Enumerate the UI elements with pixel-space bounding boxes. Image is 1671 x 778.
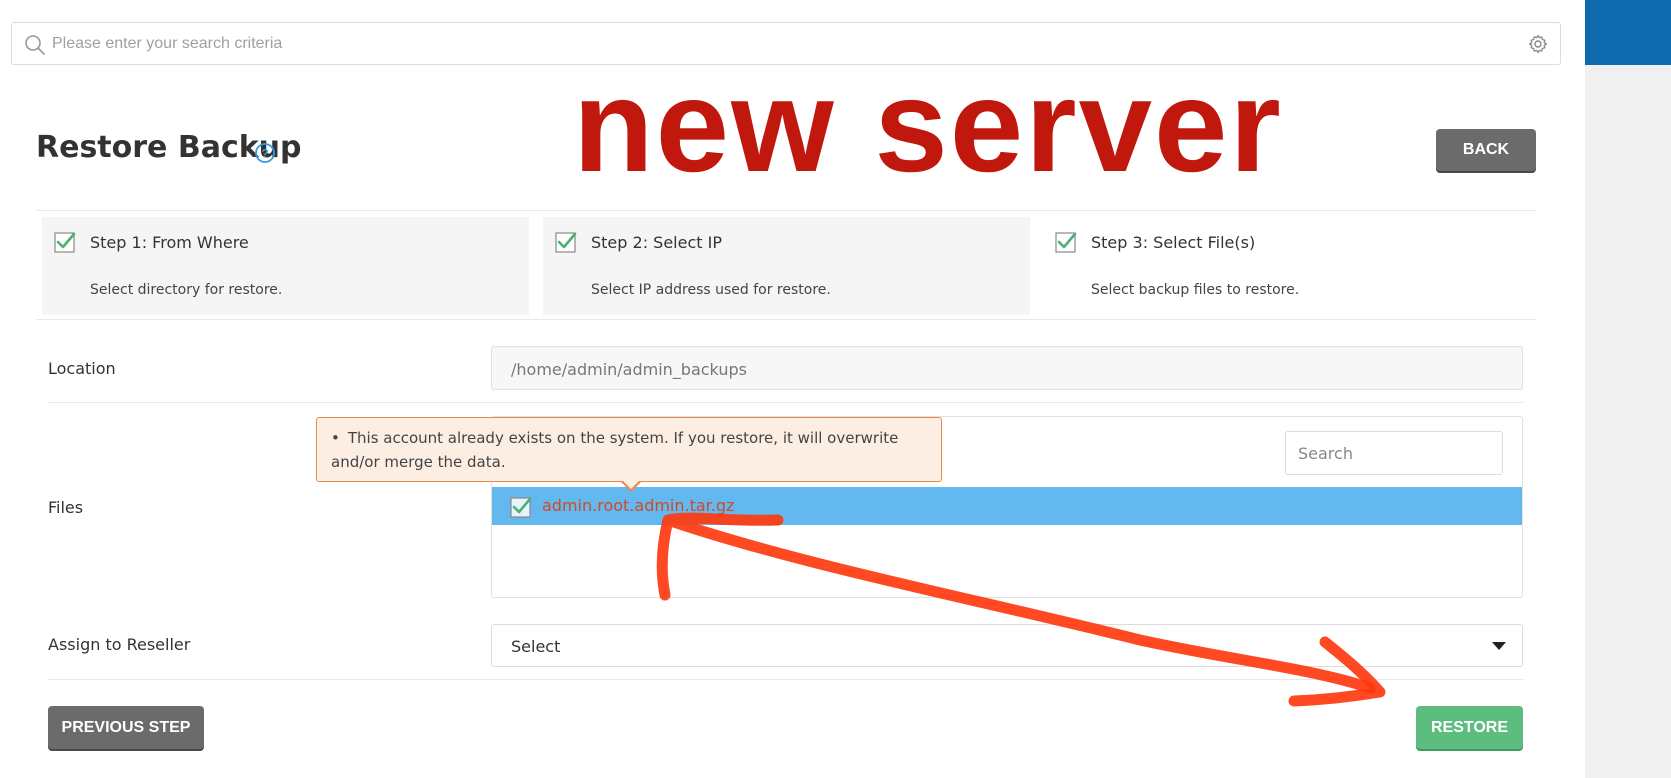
step-title: Step 1: From Where [90,233,249,252]
checkbox-checked-icon [54,232,76,253]
file-search-input[interactable] [1285,431,1503,475]
warning-text: This account already exists on the syste… [331,429,899,471]
back-button[interactable]: BACK [1436,129,1536,171]
overwrite-warning-tooltip: • This account already exists on the syst… [316,417,942,482]
reseller-select-value: Select [511,637,561,656]
tooltip-pointer-fill [622,480,640,489]
gear-icon[interactable] [1528,34,1548,54]
search-icon [25,35,45,55]
step-description: Select backup files to restore. [1091,282,1300,298]
step-description: Select IP address used for restore. [591,282,831,298]
location-field: /home/admin/admin_backups [491,346,1523,390]
wizard-steps: Step 1: From Where Select directory for … [36,210,1536,320]
help-icon[interactable]: ? [254,142,276,164]
restore-button[interactable]: RESTORE [1416,706,1523,749]
right-panel [1585,0,1671,778]
bullet-icon: • [331,429,340,447]
chevron-down-icon [1492,642,1506,650]
checkbox-checked-icon[interactable] [510,496,532,518]
checkbox-checked-icon [1055,232,1077,253]
step-from-where[interactable]: Step 1: From Where Select directory for … [42,217,529,315]
step-description: Select directory for restore. [90,282,283,298]
step-select-files[interactable]: Step 3: Select File(s) Select backup fil… [1043,217,1533,315]
annotation-new-server: new server [573,52,1283,199]
location-label: Location [48,359,116,378]
files-label: Files [48,498,84,517]
svg-text:?: ? [261,147,268,161]
file-name: admin.root.admin.tar.gz [542,496,735,515]
reseller-label: Assign to Reseller [48,635,191,654]
step-title: Step 3: Select File(s) [1091,233,1256,252]
reseller-select[interactable]: Select [491,624,1523,667]
checkbox-checked-icon [555,232,577,253]
step-title: Step 2: Select IP [591,233,722,252]
right-panel-header [1585,0,1671,65]
previous-step-button[interactable]: PREVIOUS STEP [48,706,204,749]
file-row[interactable]: admin.root.admin.tar.gz [492,487,1522,525]
step-select-ip[interactable]: Step 2: Select IP Select IP address used… [543,217,1030,315]
